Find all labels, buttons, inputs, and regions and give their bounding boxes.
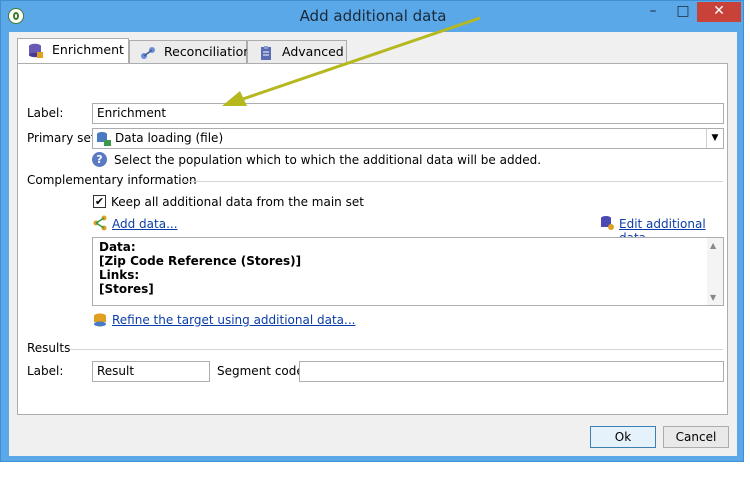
arrow-shaft (239, 16, 481, 102)
annotation-arrow (222, 16, 481, 106)
arrow-head (222, 91, 247, 106)
